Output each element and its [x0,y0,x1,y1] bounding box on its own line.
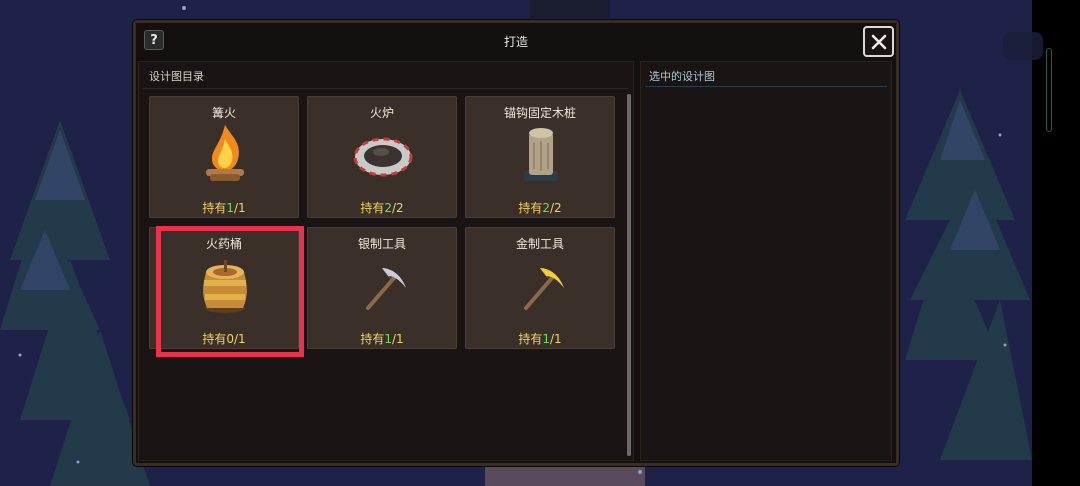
owned-count: 持有2/2 [518,201,562,215]
close-icon [871,34,886,49]
silver-pickaxe-icon [366,268,406,310]
furnace-icon [353,137,413,177]
blueprint-card-silver-tools[interactable]: 银制工具 持有1/1 [307,227,457,349]
blueprint-list-panel: 设计图目录 篝火 持有1/1 火炉 持有2/2 锚钩固定木桩 持有2/2 火药桶… [138,61,634,461]
corner-menu-button[interactable] [1003,32,1043,60]
owned-count: 持有2/2 [360,201,404,215]
owned-count: 持有1/1 [202,201,246,215]
crafting-dialog: ? 打造 设计图目录 篝火 持有1/1 火炉 持有2/2 锚钩固定木桩 持有2/… [133,20,899,466]
gold-pickaxe-icon [524,268,564,310]
close-button[interactable] [863,26,894,57]
edge-handle[interactable] [1046,48,1052,132]
blueprint-card-gold-tools[interactable]: 金制工具 持有1/1 [465,227,615,349]
list-scrollbar[interactable] [627,94,631,456]
blueprint-card-furnace[interactable]: 火炉 持有2/2 [307,96,457,218]
blueprint-list-header: 设计图目录 [149,70,204,83]
right-edge-bar [1032,0,1080,486]
owned-count: 持有1/1 [360,332,404,346]
scrollbar-thumb[interactable] [627,94,631,456]
divider [645,86,887,87]
owned-count: 持有1/1 [518,332,562,346]
blueprint-card-campfire[interactable]: 篝火 持有1/1 [149,96,299,218]
selected-blueprint-panel: 选中的设计图 [640,61,892,461]
powder-keg-icon [203,260,247,313]
divider [143,88,629,89]
blueprint-card-powder-keg[interactable]: 火药桶 持有0/1 [149,227,299,349]
owned-count: 持有0/1 [202,332,246,346]
selected-blueprint-header: 选中的设计图 [649,70,715,83]
campfire-icon [206,125,244,181]
blueprint-card-wooden-stake[interactable]: 锚钩固定木桩 持有2/2 [465,96,615,218]
dialog-title: 打造 [503,35,528,49]
wooden-stake-icon [524,128,558,181]
